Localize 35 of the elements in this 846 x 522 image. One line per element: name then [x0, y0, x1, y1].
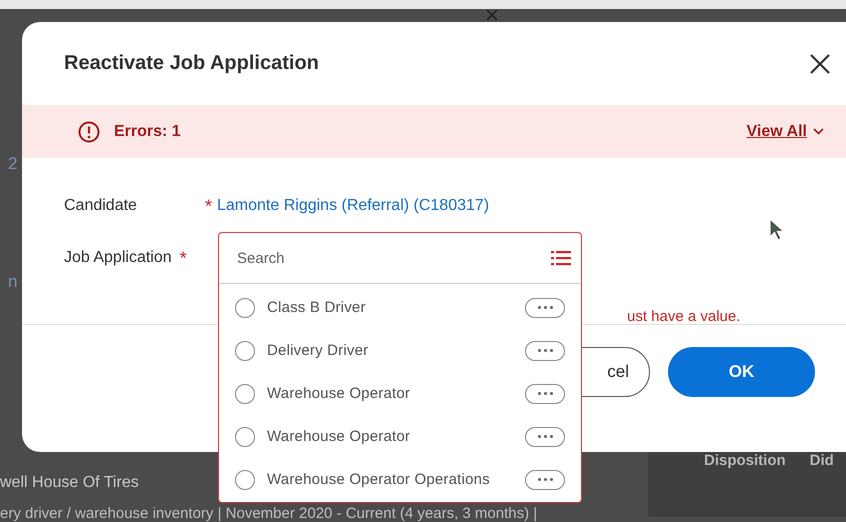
close-button[interactable]: [808, 52, 832, 76]
option-label[interactable]: Warehouse Operator: [267, 428, 513, 445]
required-mark: *: [205, 196, 214, 216]
radio-button[interactable]: [235, 298, 255, 318]
option-label[interactable]: Warehouse Operator: [267, 385, 513, 402]
more-button[interactable]: [525, 470, 565, 490]
error-icon: [78, 120, 100, 142]
option-label[interactable]: Warehouse Operator Operations: [267, 471, 513, 488]
required-mark: *: [180, 248, 188, 268]
view-all-link[interactable]: View All: [746, 122, 824, 140]
error-message: ust have a value.: [627, 308, 742, 325]
error-count: Errors: 1: [114, 122, 182, 140]
ok-button[interactable]: OK: [668, 347, 815, 397]
page-text: 2: [8, 155, 18, 173]
radio-button[interactable]: [235, 470, 255, 490]
chevron-icon: [813, 128, 824, 135]
more-button[interactable]: [525, 298, 565, 318]
job-description: ery driver / warehouse inventory | November 2020 - Current (4 years, 3 months) |: [0, 505, 538, 522]
page-text: n: [8, 273, 18, 291]
radio-button[interactable]: [235, 426, 255, 446]
field-label: Candidate: [64, 197, 137, 215]
option-label[interactable]: Class B Driver: [267, 299, 513, 316]
radio-button[interactable]: [235, 384, 255, 404]
disposition-value: Did: [810, 452, 834, 469]
dialog-title: Reactivate Job Application: [64, 52, 319, 75]
list-icon[interactable]: [551, 250, 571, 266]
more-button[interactable]: [525, 426, 565, 446]
more-button[interactable]: [525, 384, 565, 404]
candidate-link[interactable]: Lamonte Riggins (Referral) (C180317): [217, 197, 490, 215]
disposition-label: Disposition: [704, 452, 786, 469]
more-button[interactable]: [525, 340, 565, 360]
radio-button[interactable]: [235, 340, 255, 360]
company-name: well House Of Tires: [0, 474, 139, 492]
field-label: Job Application: [64, 249, 172, 267]
option-label[interactable]: Delivery Driver: [267, 342, 513, 359]
